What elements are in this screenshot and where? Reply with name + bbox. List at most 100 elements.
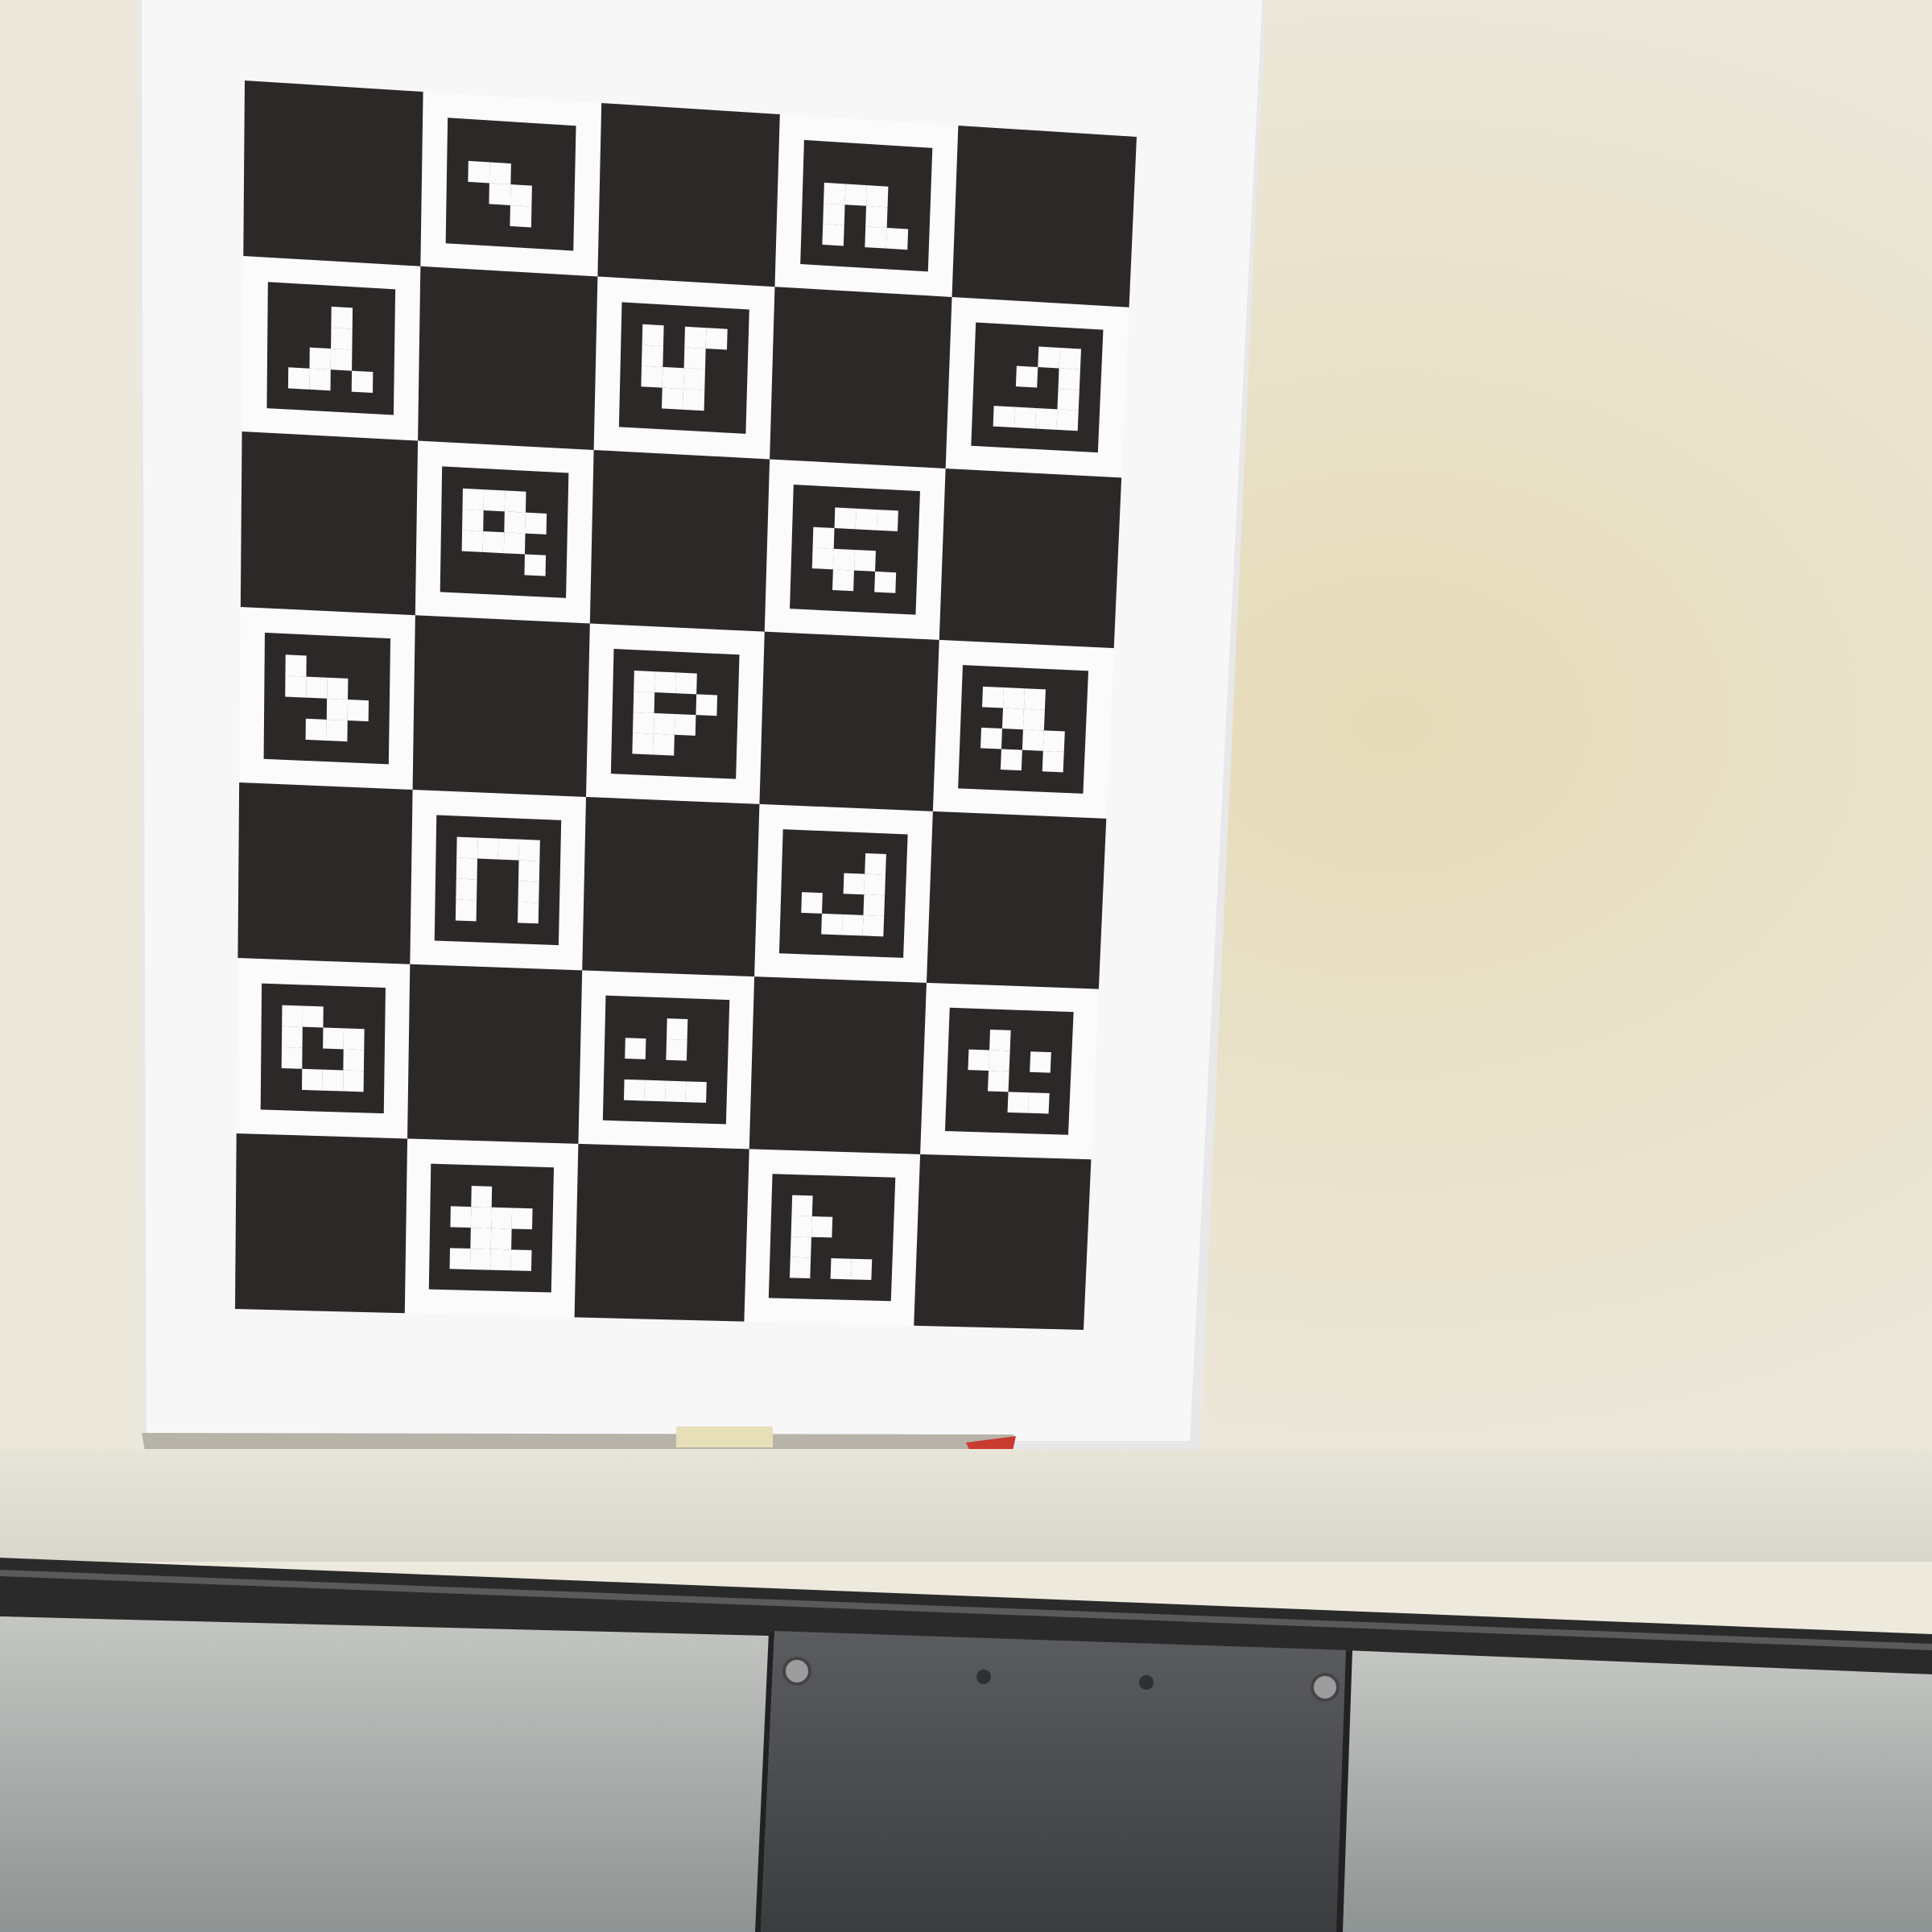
marker-bit xyxy=(812,526,835,549)
marker-bit xyxy=(302,1068,323,1091)
marker-bit xyxy=(987,1071,1009,1092)
marker-bit xyxy=(309,368,331,391)
checker-square xyxy=(952,126,1137,308)
marker-bit xyxy=(343,1049,365,1071)
marker-bit xyxy=(684,326,707,349)
marker-bit xyxy=(285,654,307,677)
marker-bit xyxy=(462,509,484,531)
marker-bit xyxy=(665,1080,687,1103)
marker-bit xyxy=(989,1030,1011,1051)
marker-bit xyxy=(302,1005,324,1028)
marker-bit xyxy=(632,733,654,755)
marker-bit xyxy=(832,569,854,592)
marker-bit xyxy=(518,860,540,882)
marker-bit xyxy=(886,228,909,250)
marker-bit xyxy=(653,712,675,735)
marker-bit xyxy=(821,913,843,935)
marker-bit xyxy=(281,1026,303,1048)
marker-bit xyxy=(1023,688,1046,710)
marker-bit xyxy=(855,508,877,530)
marker-bit xyxy=(644,1080,666,1102)
marker-bit xyxy=(1002,687,1025,709)
marker-bit xyxy=(326,719,348,742)
marker-bit xyxy=(641,365,663,388)
marker-bit xyxy=(477,837,499,860)
marker-bit xyxy=(674,714,696,736)
checker-square xyxy=(770,287,952,469)
marker-bit xyxy=(1022,729,1044,751)
marker-bit xyxy=(503,532,526,555)
checker-square xyxy=(589,449,770,632)
marker-bit xyxy=(865,205,888,229)
checker-square xyxy=(926,811,1107,989)
marker-bit xyxy=(1028,1092,1050,1114)
marker-bit xyxy=(331,306,353,329)
marker-bit xyxy=(654,671,676,694)
marker-bit xyxy=(456,878,477,901)
marker-bit xyxy=(504,511,526,534)
marker-bit xyxy=(685,1081,707,1103)
marker-bit xyxy=(863,894,886,916)
checker-square xyxy=(574,1143,749,1322)
marker-bit xyxy=(791,1216,812,1237)
aruco-marker xyxy=(971,322,1104,453)
marker-bit xyxy=(309,347,332,370)
marker-bit xyxy=(282,1005,303,1027)
marker-bit xyxy=(326,698,349,721)
marker-bit xyxy=(791,1195,813,1217)
marker-bit xyxy=(634,671,655,693)
marker-bit xyxy=(662,387,683,410)
marker-bit xyxy=(351,370,374,394)
marker-bit xyxy=(1007,1092,1030,1113)
marker-bit xyxy=(456,857,477,880)
marker-bit xyxy=(980,727,1002,749)
marker-bit xyxy=(790,1236,811,1258)
checker-square xyxy=(597,103,780,287)
metal-bracket xyxy=(761,1631,1351,1932)
marker-bit xyxy=(662,366,684,390)
lower-panel-right xyxy=(1336,1650,1932,1932)
marker-bit xyxy=(789,1257,811,1279)
marker-bit xyxy=(470,1207,492,1228)
marker-bit xyxy=(281,1046,303,1069)
checker-square xyxy=(759,631,939,811)
checker-square xyxy=(407,964,583,1144)
checker-square xyxy=(235,1133,408,1314)
marker-bit xyxy=(1000,749,1022,771)
marker-bit xyxy=(874,571,897,593)
marker-bit xyxy=(1042,750,1064,773)
aruco-marker xyxy=(434,815,562,946)
marker-bit xyxy=(462,488,485,511)
marker-bit xyxy=(285,675,307,698)
marker-bit xyxy=(449,1248,471,1269)
marker-bit xyxy=(811,1216,833,1238)
marker-bit xyxy=(822,224,844,246)
marker-bit xyxy=(1038,346,1060,369)
marker-bit xyxy=(305,718,327,741)
checker-square xyxy=(240,431,419,616)
marker-bit xyxy=(330,349,353,371)
marker-bit xyxy=(801,892,823,914)
screw-left xyxy=(782,1657,811,1686)
checker-square xyxy=(237,782,413,964)
marker-bit xyxy=(1057,388,1080,411)
marker-bit xyxy=(865,852,886,875)
marker-bit xyxy=(864,873,886,896)
marker-bit xyxy=(675,672,697,695)
marker-bit xyxy=(482,530,505,554)
marker-bit xyxy=(510,204,532,228)
wall-ledge xyxy=(0,1449,1932,1562)
marker-bit xyxy=(865,226,887,249)
marker-bit xyxy=(683,368,705,390)
marker-bit xyxy=(989,1050,1010,1071)
checker-square xyxy=(939,468,1122,649)
aruco-marker xyxy=(768,1174,896,1302)
marker-bit xyxy=(1042,730,1065,752)
marker-bit xyxy=(504,490,526,513)
marker-bit xyxy=(1015,365,1038,388)
marker-bit xyxy=(844,184,867,206)
marker-bit xyxy=(993,406,1015,428)
marker-bit xyxy=(625,1038,646,1059)
marker-bit xyxy=(455,899,477,922)
checker-square xyxy=(582,796,760,977)
